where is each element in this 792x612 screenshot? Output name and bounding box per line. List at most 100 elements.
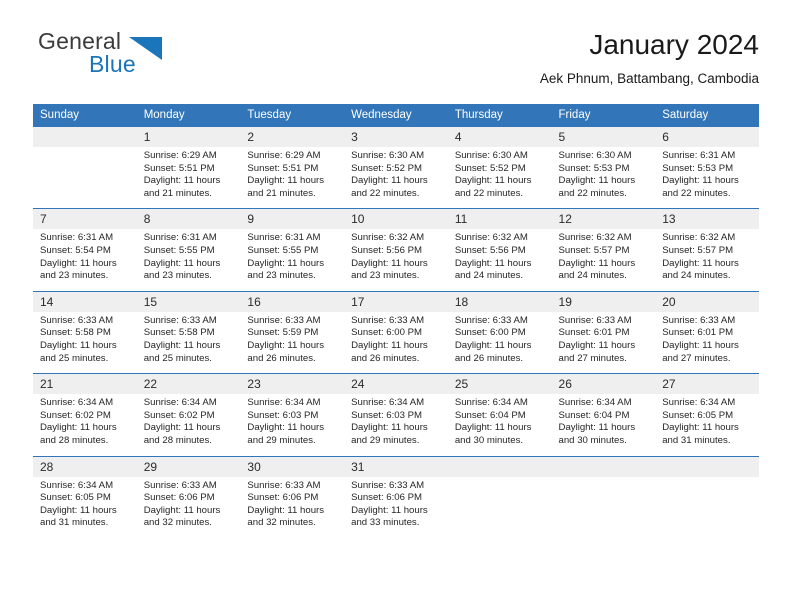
- day-cell: Sunrise: 6:31 AM Sunset: 5:55 PM Dayligh…: [136, 229, 241, 292]
- day-cell: Sunrise: 6:33 AM Sunset: 6:06 PM Dayligh…: [344, 476, 448, 538]
- daylight-text-line1: Daylight: 11 hours: [351, 339, 428, 351]
- day-number: 12: [551, 208, 656, 230]
- daylight-text-line1: Daylight: 11 hours: [247, 504, 325, 516]
- sunrise-text: Sunrise: 6:33 AM: [662, 314, 736, 326]
- week-2-details: Sunrise: 6:31 AM Sunset: 5:54 PM Dayligh…: [33, 229, 759, 292]
- daylight-text-line1: Daylight: 11 hours: [454, 257, 532, 269]
- daylight-text-line1: Daylight: 11 hours: [351, 422, 428, 434]
- week-4-details: Sunrise: 6:34 AM Sunset: 6:02 PM Dayligh…: [33, 394, 759, 456]
- day-cell: Sunrise: 6:31 AM Sunset: 5:55 PM Dayligh…: [240, 229, 345, 292]
- day-number: 3: [344, 127, 448, 147]
- sunset-text: Sunset: 6:01 PM: [558, 327, 630, 339]
- daylight-text-line2: and 31 minutes.: [40, 517, 109, 529]
- sunset-text: Sunset: 6:02 PM: [143, 409, 215, 421]
- sunrise-text: Sunrise: 6:30 AM: [454, 150, 528, 161]
- daylight-text-line2: and 28 minutes.: [143, 434, 212, 446]
- daylight-text-line1: Daylight: 11 hours: [247, 257, 325, 269]
- day-cell: Sunrise: 6:33 AM Sunset: 6:00 PM Dayligh…: [344, 311, 448, 374]
- sunset-text: Sunset: 5:57 PM: [558, 244, 630, 256]
- sunrise-sunset-calendar-table: Sunday Monday Tuesday Wednesday Thursday…: [33, 104, 759, 538]
- sunrise-text: Sunrise: 6:34 AM: [40, 397, 114, 409]
- day-cell: Sunrise: 6:29 AM Sunset: 5:51 PM Dayligh…: [136, 147, 241, 209]
- day-number: [551, 455, 656, 477]
- daylight-text-line2: and 22 minutes.: [351, 187, 420, 199]
- day-cell: Sunrise: 6:33 AM Sunset: 5:58 PM Dayligh…: [136, 311, 241, 374]
- sunset-text: Sunset: 5:53 PM: [662, 162, 734, 174]
- sunset-text: Sunset: 6:03 PM: [247, 409, 319, 421]
- day-number: 17: [344, 290, 448, 312]
- daylight-text-line2: and 22 minutes.: [454, 187, 524, 199]
- daylight-text-line2: and 32 minutes.: [143, 517, 212, 529]
- daylight-text-line2: and 32 minutes.: [247, 517, 316, 529]
- week-2-daynumbers: 7 8 9 10 11 12 13: [33, 208, 759, 230]
- day-number: 28: [33, 455, 137, 477]
- week-3-daynumbers: 14 15 16 17 18 19 20: [33, 290, 759, 312]
- sunrise-text: Sunrise: 6:32 AM: [454, 232, 528, 244]
- daylight-text-line1: Daylight: 11 hours: [454, 339, 532, 351]
- daylight-text-line1: Daylight: 11 hours: [351, 257, 428, 269]
- day-number: 31: [344, 455, 448, 477]
- weekday-header-monday: Monday: [136, 104, 241, 127]
- day-cell: Sunrise: 6:33 AM Sunset: 6:01 PM Dayligh…: [655, 311, 759, 374]
- sunrise-text: Sunrise: 6:33 AM: [247, 479, 321, 491]
- sunrise-text: Sunrise: 6:32 AM: [351, 232, 425, 244]
- day-number: 11: [447, 208, 552, 230]
- sunset-text: Sunset: 5:51 PM: [247, 162, 319, 174]
- daylight-text-line2: and 30 minutes.: [454, 434, 524, 446]
- sunset-text: Sunset: 5:56 PM: [454, 244, 526, 256]
- daylight-text-line2: and 22 minutes.: [662, 187, 731, 199]
- sunrise-text: Sunrise: 6:34 AM: [40, 479, 114, 491]
- calendar-page: General Blue January 2024 Aek Phnum, Bat…: [0, 0, 792, 612]
- sunset-text: Sunset: 6:06 PM: [351, 492, 423, 504]
- day-cell: [33, 147, 137, 209]
- day-number: 10: [344, 208, 448, 230]
- daylight-text-line1: Daylight: 11 hours: [143, 504, 221, 516]
- daylight-text-line1: Daylight: 11 hours: [143, 339, 221, 351]
- daylight-text-line2: and 24 minutes.: [454, 270, 524, 282]
- sunset-text: Sunset: 5:59 PM: [247, 327, 319, 339]
- sunset-text: Sunset: 6:00 PM: [454, 327, 526, 339]
- sunrise-text: Sunrise: 6:33 AM: [351, 314, 425, 326]
- sunrise-text: Sunrise: 6:30 AM: [558, 150, 632, 161]
- day-cell: Sunrise: 6:31 AM Sunset: 5:53 PM Dayligh…: [655, 147, 759, 209]
- day-cell: Sunrise: 6:30 AM Sunset: 5:52 PM Dayligh…: [447, 147, 552, 209]
- sunset-text: Sunset: 5:53 PM: [558, 162, 630, 174]
- sunset-text: Sunset: 5:57 PM: [662, 244, 734, 256]
- sunrise-text: Sunrise: 6:34 AM: [558, 397, 632, 409]
- daylight-text-line1: Daylight: 11 hours: [351, 175, 428, 187]
- daylight-text-line2: and 27 minutes.: [558, 352, 627, 364]
- daylight-text-line1: Daylight: 11 hours: [558, 175, 636, 187]
- sunrise-text: Sunrise: 6:33 AM: [143, 314, 217, 326]
- day-number: 15: [136, 290, 241, 312]
- daylight-text-line2: and 29 minutes.: [351, 434, 420, 446]
- week-4-daynumbers: 21 22 23 24 25 26 27: [33, 373, 759, 395]
- day-cell: Sunrise: 6:33 AM Sunset: 6:06 PM Dayligh…: [240, 476, 345, 538]
- daylight-text-line2: and 22 minutes.: [558, 187, 627, 199]
- sunset-text: Sunset: 5:52 PM: [351, 162, 423, 174]
- daylight-text-line1: Daylight: 11 hours: [662, 422, 739, 434]
- page-header: General Blue January 2024 Aek Phnum, Bat…: [33, 28, 759, 94]
- daylight-text-line1: Daylight: 11 hours: [247, 422, 325, 434]
- day-number: 18: [447, 290, 552, 312]
- day-number: 2: [240, 127, 345, 147]
- sunrise-text: Sunrise: 6:31 AM: [143, 232, 217, 244]
- daylight-text-line1: Daylight: 11 hours: [351, 504, 428, 516]
- daylight-text-line2: and 29 minutes.: [247, 434, 316, 446]
- day-cell: Sunrise: 6:32 AM Sunset: 5:56 PM Dayligh…: [447, 229, 552, 292]
- daylight-text-line2: and 23 minutes.: [247, 270, 316, 282]
- weekday-header-sunday: Sunday: [33, 104, 137, 127]
- sunset-text: Sunset: 5:52 PM: [454, 162, 526, 174]
- sunset-text: Sunset: 5:55 PM: [247, 244, 319, 256]
- day-number: 21: [33, 373, 137, 395]
- week-1-details: Sunrise: 6:29 AM Sunset: 5:51 PM Dayligh…: [33, 147, 759, 209]
- daylight-text-line1: Daylight: 11 hours: [558, 422, 636, 434]
- day-number: 20: [655, 290, 759, 312]
- week-1-daynumbers: 1 2 3 4 5 6: [33, 127, 759, 147]
- day-number: 6: [655, 127, 759, 147]
- day-number: 4: [447, 127, 552, 147]
- day-cell: Sunrise: 6:34 AM Sunset: 6:04 PM Dayligh…: [447, 394, 552, 456]
- daylight-text-line2: and 23 minutes.: [143, 270, 212, 282]
- sunset-text: Sunset: 5:54 PM: [40, 244, 111, 256]
- day-number: 14: [33, 290, 137, 312]
- week-5-daynumbers: 28 29 30 31: [33, 455, 759, 477]
